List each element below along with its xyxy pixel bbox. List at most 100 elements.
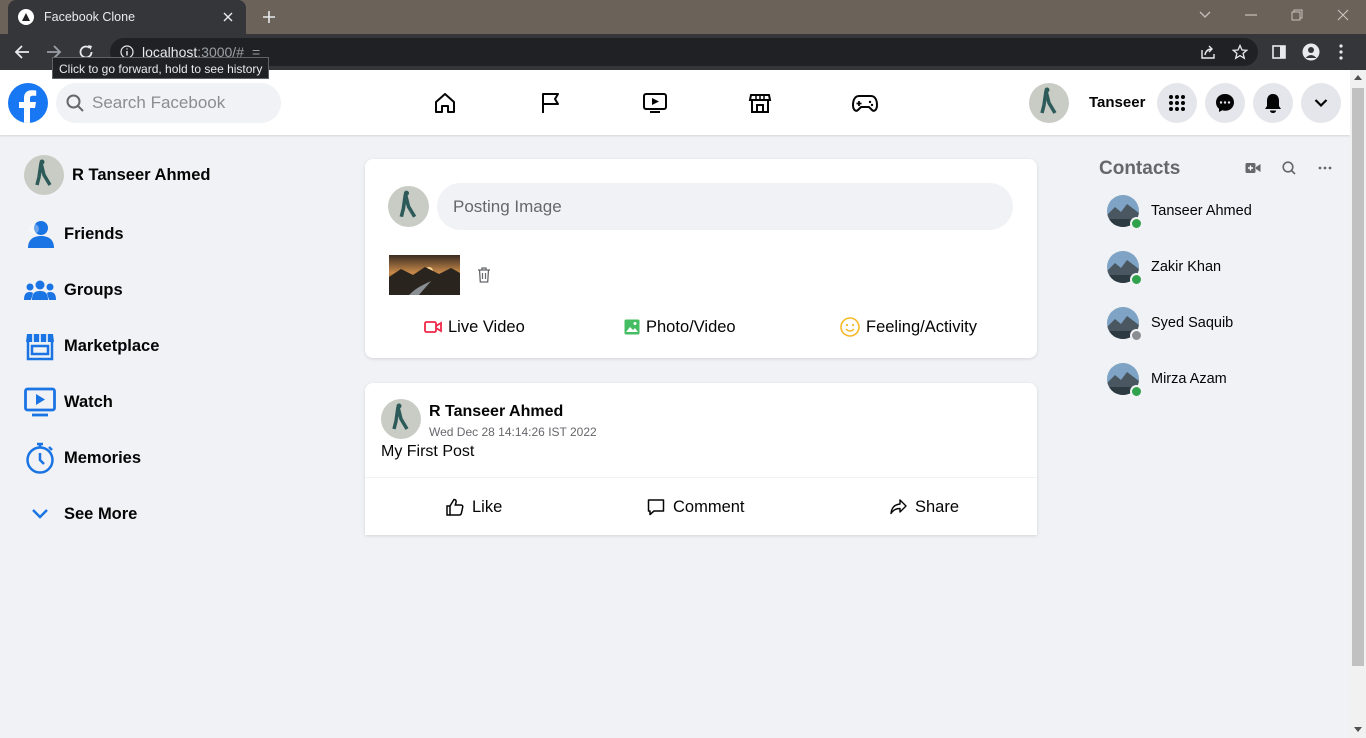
contact-name: Tanseer Ahmed [1151, 203, 1252, 219]
post-composer: Posting Image Live Video Photo/Video Fee… [365, 159, 1037, 358]
post-author-name[interactable]: R Tanseer Ahmed [429, 403, 563, 421]
messenger-icon[interactable] [1205, 83, 1245, 123]
contact-item[interactable]: Tanseer Ahmed [1107, 193, 1252, 230]
contact-avatar [1107, 363, 1143, 398]
close-tab-icon[interactable] [220, 9, 236, 25]
tab-title: Facebook Clone [44, 10, 136, 24]
search-input[interactable] [92, 93, 262, 113]
header-username[interactable]: Tanseer [1089, 94, 1145, 111]
nav-marketplace-icon[interactable] [745, 88, 775, 118]
post-body-text: My First Post [381, 443, 475, 460]
photo-video-button[interactable]: Photo/Video [624, 315, 736, 339]
friends-icon [24, 218, 56, 250]
online-status-indicator [1130, 385, 1143, 398]
sidebar-profile[interactable]: R Tanseer Ahmed [24, 155, 210, 195]
contacts-heading: Contacts [1099, 158, 1181, 179]
back-icon[interactable] [10, 40, 34, 64]
post-card: R Tanseer Ahmed Wed Dec 28 14:14:26 IST … [365, 383, 1037, 535]
nav-gaming-icon[interactable] [850, 88, 880, 118]
contact-name: Mirza Azam [1151, 371, 1227, 387]
sidebar-item-memories[interactable]: Memories [24, 440, 141, 476]
scroll-down-arrow-icon[interactable] [1354, 727, 1362, 732]
contact-name: Zakir Khan [1151, 259, 1222, 275]
nav-watch-icon[interactable] [640, 88, 670, 118]
chrome-menu-icon[interactable] [1329, 40, 1353, 64]
remove-image-trash-icon[interactable] [475, 265, 493, 285]
sidebar-profile-name: R Tanseer Ahmed [72, 165, 211, 184]
sidebar-item-label: Marketplace [64, 336, 160, 355]
contact-item[interactable]: Mirza Azam [1107, 361, 1227, 398]
contact-item[interactable]: Syed Saquib [1107, 305, 1234, 342]
header-avatar[interactable] [1029, 83, 1069, 123]
address-bar[interactable]: localhost:3000/# = [110, 38, 1258, 66]
search-bar[interactable] [56, 83, 281, 123]
live-video-button[interactable]: Live Video [424, 315, 525, 339]
feeling-icon [840, 317, 860, 337]
contact-avatar [1107, 307, 1143, 342]
contact-avatar [1107, 195, 1143, 230]
online-status-indicator [1130, 217, 1143, 230]
post-author-avatar[interactable] [381, 399, 421, 439]
like-button[interactable]: Like [446, 495, 502, 519]
minimize-icon[interactable] [1240, 6, 1262, 24]
image-preview-thumbnail [389, 255, 460, 295]
menu-grid-icon[interactable] [1157, 83, 1197, 123]
like-label: Like [472, 497, 503, 516]
contacts-search-icon[interactable] [1279, 158, 1299, 178]
online-status-indicator [1130, 273, 1143, 286]
like-icon [446, 498, 464, 516]
new-tab-icon[interactable] [258, 6, 280, 28]
scroll-up-arrow-icon[interactable] [1354, 75, 1362, 80]
page-scrollbar[interactable] [1350, 70, 1366, 738]
contacts-more-options-icon[interactable] [1315, 158, 1335, 178]
groups-icon [24, 274, 56, 306]
account-chevron-icon[interactable] [1301, 83, 1341, 123]
chevron-down-icon [24, 498, 56, 530]
watch-icon [24, 386, 56, 418]
offline-status-indicator [1130, 329, 1143, 342]
sidebar-item-label: Memories [64, 448, 142, 467]
bookmark-star-icon[interactable] [1228, 40, 1252, 64]
facebook-logo-icon[interactable] [8, 83, 48, 123]
notifications-bell-icon[interactable] [1253, 83, 1293, 123]
sidebar-item-marketplace[interactable]: Marketplace [24, 328, 159, 364]
composer-input[interactable]: Posting Image [437, 183, 1013, 230]
contact-avatar [1107, 251, 1143, 286]
scrollbar-thumb[interactable] [1352, 88, 1364, 666]
sidebar-item-label: See More [64, 504, 138, 523]
sidebar-item-label: Groups [64, 280, 123, 299]
photo-video-icon [624, 319, 640, 335]
live-video-label: Live Video [448, 317, 525, 336]
new-room-video-icon[interactable] [1243, 158, 1263, 178]
share-button[interactable]: Share [890, 495, 959, 519]
post-divider [365, 477, 1037, 478]
sidebar-item-groups[interactable]: Groups [24, 272, 123, 308]
browser-tab[interactable]: Facebook Clone [8, 0, 246, 34]
close-window-icon[interactable] [1332, 6, 1354, 24]
tab-search-chevron-icon[interactable] [1194, 6, 1216, 24]
sidebar-item-watch[interactable]: Watch [24, 384, 113, 420]
contact-name: Syed Saquib [1151, 315, 1234, 331]
nav-pages-flag-icon[interactable] [535, 88, 565, 118]
comment-label: Comment [673, 497, 745, 516]
browser-tab-bar: Facebook Clone [0, 0, 1366, 34]
search-icon [66, 94, 84, 112]
share-page-icon[interactable] [1196, 40, 1220, 64]
profile-icon[interactable] [1299, 40, 1323, 64]
sidebar-item-see-more[interactable]: See More [24, 496, 137, 532]
comment-button[interactable]: Comment [647, 495, 745, 519]
restore-icon[interactable] [1286, 6, 1308, 24]
favicon-icon [18, 9, 34, 25]
share-label: Share [915, 497, 960, 516]
nav-home-icon[interactable] [430, 88, 460, 118]
share-icon [890, 499, 907, 515]
comment-icon [647, 498, 665, 516]
sidebar-item-label: Friends [64, 224, 124, 243]
post-timestamp: Wed Dec 28 14:14:26 IST 2022 [429, 425, 597, 439]
feeling-activity-button[interactable]: Feeling/Activity [840, 315, 977, 339]
forward-tooltip: Click to go forward, hold to see history [52, 57, 270, 79]
sidebar-item-friends[interactable]: Friends [24, 216, 124, 252]
photo-video-label: Photo/Video [646, 317, 736, 336]
contact-item[interactable]: Zakir Khan [1107, 249, 1222, 286]
side-panel-icon[interactable] [1267, 40, 1291, 64]
